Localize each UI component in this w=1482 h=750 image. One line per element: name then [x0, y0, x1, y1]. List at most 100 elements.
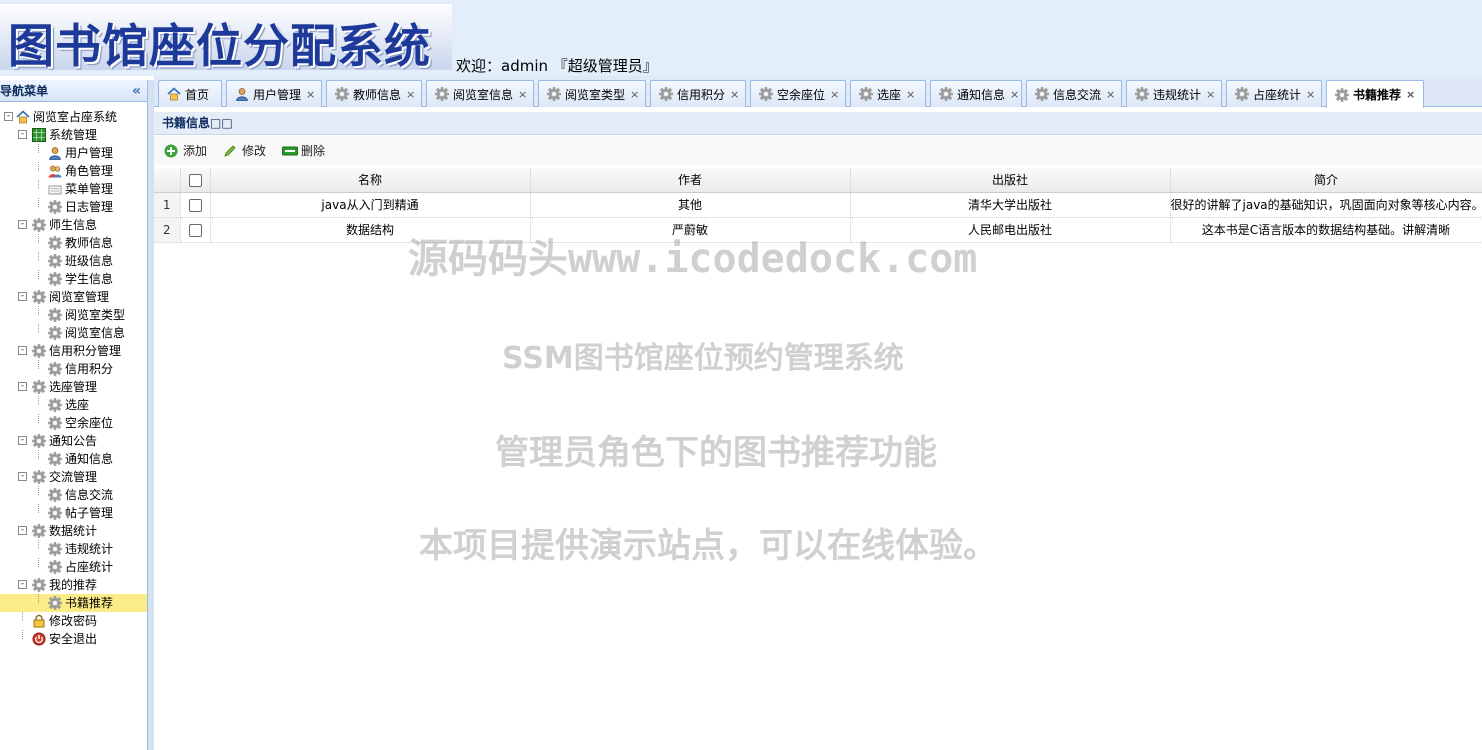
sidebar-item[interactable]: 选座: [0, 396, 147, 414]
sidebar-item-label: 系统管理: [49, 128, 98, 142]
close-icon[interactable]: ×: [730, 88, 739, 101]
column-header-name[interactable]: 名称: [210, 168, 531, 193]
tab-item[interactable]: 信用积分 ×: [650, 80, 746, 107]
sidebar-item[interactable]: 帖子管理: [0, 504, 147, 522]
tree-connector: [38, 234, 39, 243]
tab-item[interactable]: 选座 ×: [850, 80, 926, 107]
sidebar-item[interactable]: - 系统管理: [0, 126, 147, 144]
cell-publisher: 人民邮电出版社: [850, 217, 1171, 243]
gear-icon: [32, 470, 46, 484]
sidebar-item[interactable]: - 通知公告: [0, 432, 147, 450]
nav-tree: - 阅览室占座系统 - 系统管理 用户管理 角色管理 菜单管理 日志管理 - 师生信息 教师信息 班级…: [0, 102, 147, 648]
tree-toggle-icon[interactable]: -: [18, 292, 27, 301]
sidebar-item[interactable]: - 我的推荐: [0, 576, 147, 594]
tree-connector: [22, 630, 23, 639]
gear-icon: [859, 87, 873, 101]
close-icon[interactable]: ×: [518, 88, 527, 101]
tree-toggle-icon[interactable]: -: [18, 472, 27, 481]
tab-item[interactable]: 违规统计 ×: [1126, 80, 1222, 107]
row-checkbox[interactable]: [188, 223, 202, 237]
close-icon[interactable]: ×: [306, 88, 315, 101]
close-icon[interactable]: ×: [630, 88, 639, 101]
sidebar-item[interactable]: - 选座管理: [0, 378, 147, 396]
tree-toggle-icon[interactable]: -: [18, 346, 27, 355]
close-icon[interactable]: ×: [1010, 88, 1019, 101]
gear-icon: [48, 398, 62, 412]
sidebar-item[interactable]: 阅览室信息: [0, 324, 147, 342]
tab-item[interactable]: 教师信息 ×: [326, 80, 422, 107]
cell-intro: 这本书是C语言版本的数据结构基础。讲解清晰: [1170, 217, 1482, 243]
cell-intro: 很好的讲解了java的基础知识，巩固面向对象等核心内容。: [1170, 192, 1482, 218]
tree-toggle-icon[interactable]: -: [18, 580, 27, 589]
sidebar-item[interactable]: 信息交流: [0, 486, 147, 504]
sidebar-item-label: 安全退出: [49, 632, 98, 646]
sidebar-item[interactable]: 用户管理: [0, 144, 147, 162]
tree-toggle-icon[interactable]: -: [18, 436, 27, 445]
close-icon[interactable]: ×: [830, 88, 839, 101]
row-checkbox[interactable]: [188, 198, 202, 212]
select-all-checkbox[interactable]: [188, 173, 202, 187]
sidebar-item[interactable]: 通知信息: [0, 450, 147, 468]
tree-toggle-icon[interactable]: -: [18, 382, 27, 391]
sidebar-item[interactable]: - 阅览室管理: [0, 288, 147, 306]
sidebar-item-label: 信息交流: [65, 488, 114, 502]
sidebar-item-label: 学生信息: [65, 272, 114, 286]
tab-item[interactable]: 通知信息 ×: [930, 80, 1022, 107]
tree-toggle-icon[interactable]: -: [18, 130, 27, 139]
tree-toggle-icon[interactable]: -: [18, 220, 27, 229]
column-header-publisher[interactable]: 出版社: [850, 168, 1171, 193]
sidebar-item[interactable]: 学生信息: [0, 270, 147, 288]
edit-button[interactable]: 修改: [223, 142, 266, 159]
sidebar-item[interactable]: 教师信息: [0, 234, 147, 252]
tab-item[interactable]: 用户管理 ×: [226, 80, 322, 107]
sidebar-item[interactable]: - 信用积分管理: [0, 342, 147, 360]
sidebar-item-label: 违规统计: [65, 542, 114, 556]
sidebar-item[interactable]: 阅览室类型: [0, 306, 147, 324]
sidebar-item[interactable]: 信用积分: [0, 360, 147, 378]
power-icon: [32, 632, 46, 646]
tab-item[interactable]: 占座统计 ×: [1226, 80, 1322, 107]
table-row[interactable]: 2 数据结构 严蔚敏 人民邮电出版社 这本书是C语言版本的数据结构基础。讲解清晰: [154, 217, 1482, 243]
row-select-cell: [180, 192, 211, 218]
sidebar-item[interactable]: 安全退出: [0, 630, 147, 648]
sidebar-item[interactable]: 班级信息: [0, 252, 147, 270]
tab-label: 教师信息: [353, 87, 402, 102]
sidebar-item[interactable]: 占座统计: [0, 558, 147, 576]
sidebar-item[interactable]: 菜单管理: [0, 180, 147, 198]
double-chevron-left-icon[interactable]: «: [132, 83, 141, 99]
sidebar-item[interactable]: 修改密码: [0, 612, 147, 630]
tab-label: 通知信息: [957, 87, 1006, 102]
add-button[interactable]: 添加: [164, 142, 207, 159]
close-icon[interactable]: ×: [1206, 88, 1215, 101]
tab-item[interactable]: 阅览室类型 ×: [538, 80, 646, 107]
close-icon[interactable]: ×: [406, 88, 415, 101]
row-number-header: [154, 168, 181, 193]
tree-toggle-icon[interactable]: -: [18, 526, 27, 535]
tab-item[interactable]: 阅览室信息 ×: [426, 80, 534, 107]
sidebar-item[interactable]: 违规统计: [0, 540, 147, 558]
tab-item[interactable]: 首页: [158, 80, 222, 107]
close-icon[interactable]: ×: [1306, 88, 1315, 101]
sidebar-item[interactable]: - 阅览室占座系统: [0, 108, 147, 126]
grid-icon: [32, 128, 46, 142]
tab-item[interactable]: 信息交流 ×: [1026, 80, 1122, 107]
sidebar-item[interactable]: 书籍推荐: [0, 594, 147, 612]
close-icon[interactable]: ×: [1406, 88, 1415, 101]
close-icon[interactable]: ×: [1106, 88, 1115, 101]
sidebar-item[interactable]: - 师生信息: [0, 216, 147, 234]
sidebar-item[interactable]: 日志管理: [0, 198, 147, 216]
delete-button[interactable]: 删除: [282, 142, 325, 159]
sidebar-item[interactable]: 角色管理: [0, 162, 147, 180]
tree-toggle-icon[interactable]: -: [4, 112, 13, 121]
table-row[interactable]: 1 java从入门到精通 其他 清华大学出版社 很好的讲解了java的基础知识，…: [154, 192, 1482, 218]
column-header-intro[interactable]: 简介: [1170, 168, 1482, 193]
tab-item[interactable]: 书籍推荐 ×: [1326, 80, 1424, 108]
sidebar-item-label: 选座管理: [49, 380, 98, 394]
sidebar-item[interactable]: 空余座位: [0, 414, 147, 432]
sidebar-item[interactable]: - 数据统计: [0, 522, 147, 540]
user-icon: [48, 146, 62, 160]
sidebar-item[interactable]: - 交流管理: [0, 468, 147, 486]
column-header-author[interactable]: 作者: [530, 168, 851, 193]
close-icon[interactable]: ×: [906, 88, 915, 101]
tab-item[interactable]: 空余座位 ×: [750, 80, 846, 107]
